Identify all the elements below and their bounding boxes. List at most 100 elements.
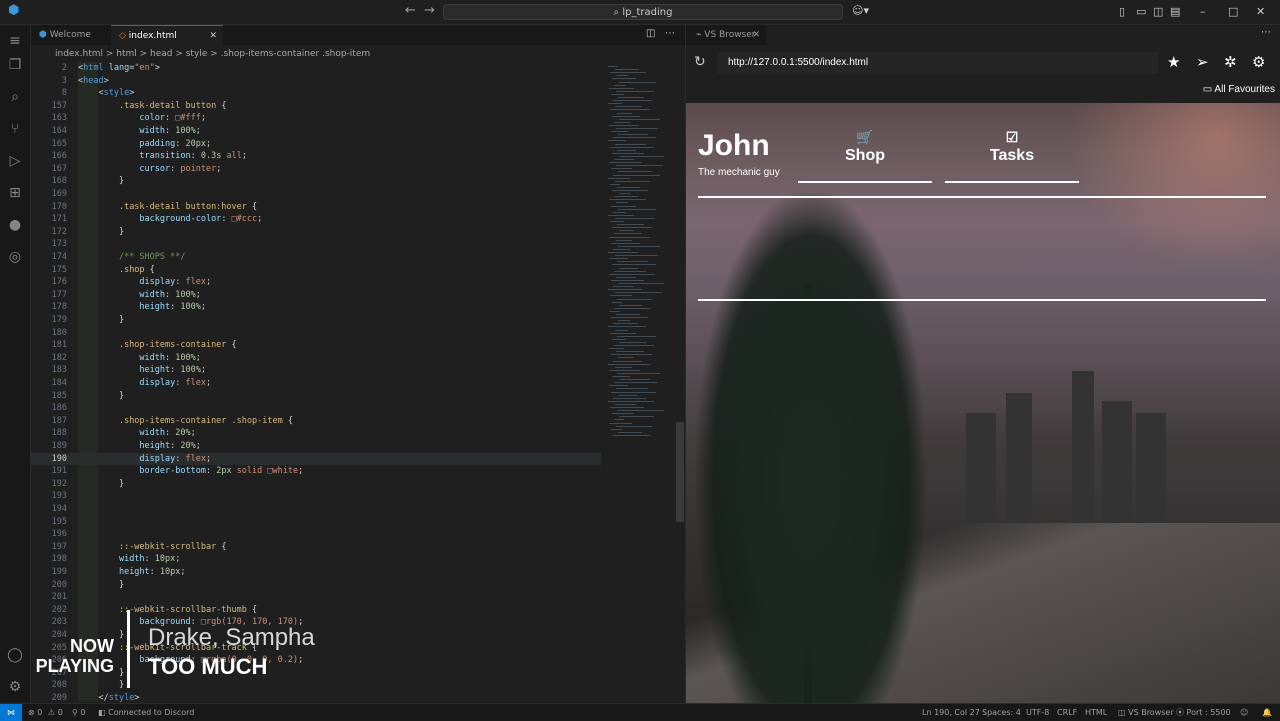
nav-shop-button[interactable]: 🛒 Shop: [798, 127, 932, 183]
favourite-star-icon[interactable]: ★: [1167, 53, 1180, 71]
encoding[interactable]: UTF-8: [1026, 704, 1049, 721]
maximize-icon[interactable]: □: [1228, 5, 1238, 18]
code-line[interactable]: 168 }: [31, 175, 601, 188]
code-line[interactable]: 178 height: 100%;: [31, 301, 601, 314]
code-line[interactable]: 169: [31, 188, 601, 201]
split-editor-icon[interactable]: ◫: [646, 28, 655, 39]
ports-indicator[interactable]: ⚲ 0: [72, 704, 86, 721]
layout-sidebar-icon[interactable]: ▯: [1119, 5, 1125, 18]
all-favourites-link[interactable]: ▭ All Favourites: [1203, 84, 1275, 95]
send-icon[interactable]: ➢: [1196, 53, 1209, 71]
settings-gear-icon[interactable]: ⚙: [1252, 53, 1265, 71]
layout-panel-icon[interactable]: ▭: [1136, 5, 1146, 18]
search-icon[interactable]: ⌕: [7, 89, 23, 105]
code-line[interactable]: 177 width: 100%;: [31, 289, 601, 302]
language-mode[interactable]: HTML: [1085, 704, 1107, 721]
vs-browser-status[interactable]: ◫ VS Browser: [1118, 704, 1174, 721]
remote-indicator-icon[interactable]: ⋈: [0, 704, 22, 721]
code-line[interactable]: 188 width: 20%;: [31, 427, 601, 440]
more-actions-icon[interactable]: ⋯: [1261, 27, 1271, 38]
code-line[interactable]: 164 width: 100%;: [31, 125, 601, 138]
code-line[interactable]: 186: [31, 402, 601, 415]
code-line[interactable]: 174 /** SHOPS **/: [31, 251, 601, 264]
warnings-indicator[interactable]: ⚠ 0: [48, 704, 63, 721]
run-debug-icon[interactable]: ▷: [7, 153, 23, 169]
code-line[interactable]: 170 .task-detail button:hover {: [31, 201, 601, 214]
code-line[interactable]: 183 height: 100%;: [31, 364, 601, 377]
menu-icon[interactable]: ≡: [7, 33, 23, 49]
code-line[interactable]: 8 <style>: [31, 87, 601, 100]
code-line[interactable]: 167 cursor: pointer;: [31, 163, 601, 176]
account-icon[interactable]: ◯: [7, 647, 23, 663]
breadcrumb[interactable]: index.html > html > head > style > .shop…: [31, 46, 685, 62]
code-line[interactable]: 166 transition: 0.3s all;: [31, 150, 601, 163]
code-line[interactable]: 181 .shop-items-container {: [31, 339, 601, 352]
editor-scrollbar[interactable]: [676, 62, 684, 702]
code-line[interactable]: 200 }: [31, 579, 601, 592]
back-arrow-icon[interactable]: ←: [405, 3, 416, 18]
explorer-icon[interactable]: ❐: [7, 57, 23, 73]
close-tab-icon[interactable]: ✕: [209, 26, 217, 46]
code-line[interactable]: 172 }: [31, 226, 601, 239]
settings-gear-icon[interactable]: ⚙: [7, 679, 23, 695]
indentation[interactable]: Spaces: 4: [982, 704, 1021, 721]
tab-vs-browser[interactable]: ⌁ VS Browser ✕: [686, 25, 766, 45]
code-line[interactable]: 190 display: flex;: [31, 452, 601, 466]
code-line[interactable]: 187 .shop-items-container .shop-item {: [31, 415, 601, 428]
nav-tasks-button[interactable]: ☑ Tasks: [945, 127, 1079, 183]
code-line[interactable]: 163 color: □#fff;: [31, 112, 601, 125]
code-line[interactable]: 157 .task-detail button {: [31, 100, 601, 113]
copilot-status-icon[interactable]: ☺: [1240, 704, 1248, 721]
code-line[interactable]: 184 display: flex;: [31, 377, 601, 390]
code-line[interactable]: 199 height: 10px;: [31, 566, 601, 579]
source-control-icon[interactable]: ⑂: [7, 121, 23, 137]
command-center-search[interactable]: ⌕ lp_trading: [443, 4, 843, 20]
forward-arrow-icon[interactable]: →: [424, 3, 435, 18]
code-line[interactable]: 179 }: [31, 314, 601, 327]
debug-bug-icon[interactable]: ✲: [1224, 53, 1237, 71]
remote-explorer-icon[interactable]: ●: [7, 217, 23, 233]
live-server-port[interactable]: ⦿ Port : 5500: [1176, 704, 1231, 721]
reload-icon[interactable]: ↻: [694, 54, 706, 70]
notifications-icon[interactable]: 🔔: [1262, 704, 1272, 721]
browser-icon[interactable]: ◎: [7, 249, 23, 265]
code-line[interactable]: 198 width: 10px;: [31, 553, 601, 566]
code-line[interactable]: 194: [31, 503, 601, 516]
code-line[interactable]: 171 background-color: □#ccc;: [31, 213, 601, 226]
url-bar[interactable]: http://127.0.0.1:5500/index.html: [718, 52, 1158, 74]
cursor-position[interactable]: Ln 190, Col 27: [922, 704, 980, 721]
code-line[interactable]: 192 }: [31, 478, 601, 491]
code-line[interactable]: 175 .shop {: [31, 264, 601, 277]
code-line[interactable]: 185 }: [31, 390, 601, 403]
code-line[interactable]: 195: [31, 516, 601, 529]
code-line[interactable]: 2 <html lang="en">: [31, 62, 601, 75]
tab-welcome[interactable]: ⬢ Welcome: [31, 25, 109, 45]
tab-index-html[interactable]: ◇ index.html ✕: [111, 25, 223, 45]
code-line[interactable]: 176 display: flex;: [31, 276, 601, 289]
copilot-icon[interactable]: ☺▾: [852, 4, 869, 17]
extensions-icon[interactable]: ⊞: [7, 185, 23, 201]
close-window-icon[interactable]: ✕: [1256, 5, 1265, 18]
code-line[interactable]: 189 height: 20%;: [31, 440, 601, 453]
code-line[interactable]: 182 width: 100%;: [31, 352, 601, 365]
code-line[interactable]: 201: [31, 591, 601, 604]
code-line[interactable]: 193: [31, 490, 601, 503]
close-tab-icon[interactable]: ✕: [752, 25, 760, 45]
more-actions-icon[interactable]: ⋯: [665, 28, 675, 39]
code-line[interactable]: 191 border-bottom: 2px solid □white;: [31, 465, 601, 478]
code-line[interactable]: 173: [31, 238, 601, 251]
errors-indicator[interactable]: ⊗ 0: [28, 704, 42, 721]
code-editor[interactable]: 2 <html lang="en"> 3 <head> 8 <style> 157 .ta…: [31, 62, 601, 703]
code-line[interactable]: 180: [31, 327, 601, 340]
code-line[interactable]: 196: [31, 528, 601, 541]
line-ending[interactable]: CRLF: [1057, 704, 1077, 721]
minimize-icon[interactable]: –: [1200, 5, 1206, 18]
code-line[interactable]: 3 <head>: [31, 75, 601, 88]
code-line[interactable]: 197 ::-webkit-scrollbar {: [31, 541, 601, 554]
scrollbar-thumb[interactable]: [676, 422, 684, 522]
layout-split-icon[interactable]: ◫: [1153, 5, 1163, 18]
layout-customize-icon[interactable]: ▤: [1170, 5, 1180, 18]
minimap[interactable]: [604, 62, 676, 702]
code-line[interactable]: 165 padding: 20px;: [31, 138, 601, 151]
discord-status[interactable]: ◧ Connected to Discord: [98, 704, 194, 721]
